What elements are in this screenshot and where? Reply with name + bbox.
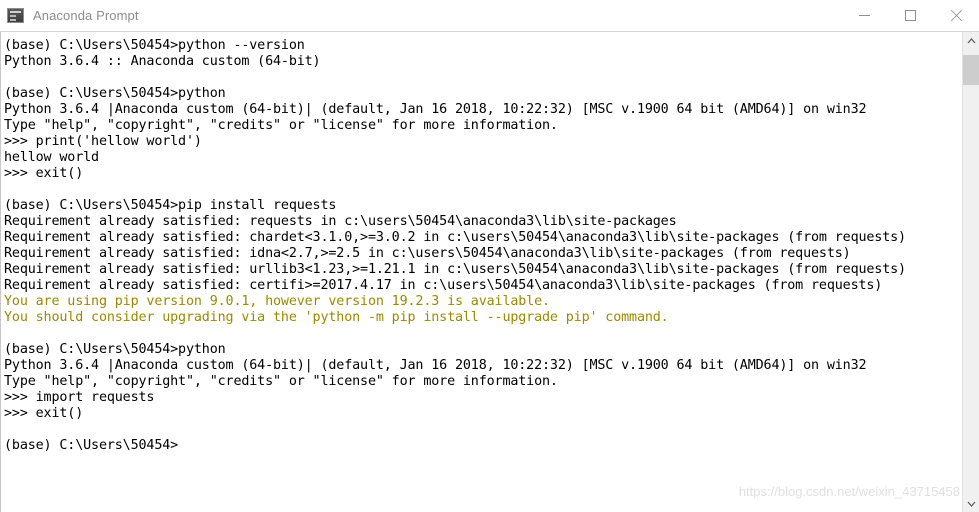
console-icon: [7, 8, 24, 23]
console-line: (base) C:\Users\50454>python --version: [4, 38, 305, 53]
console-line: (base) C:\Users\50454>: [4, 438, 179, 453]
vertical-scrollbar[interactable]: [962, 32, 979, 512]
scrollbar-track[interactable]: [963, 49, 979, 495]
maximize-icon: [904, 10, 916, 21]
console-output[interactable]: (base) C:\Users\50454>python --version Py…: [1, 32, 962, 512]
anaconda-prompt-window: Anaconda Prompt (base) C:\Users\50454>py…: [0, 0, 979, 512]
close-button[interactable]: [933, 0, 979, 31]
console-line: You are using pip version 9.0.1, however…: [4, 294, 550, 309]
console-line: (base) C:\Users\50454>python: [4, 86, 226, 101]
scroll-down-arrow[interactable]: [963, 495, 979, 512]
console-line: >>> exit(): [4, 406, 84, 421]
window-body: (base) C:\Users\50454>python --version Py…: [0, 32, 979, 512]
console-line: Python 3.6.4 :: Anaconda custom (64-bit): [4, 54, 321, 69]
console-line: hellow world: [4, 150, 99, 165]
console-line: Requirement already satisfied: chardet<3…: [4, 230, 906, 245]
console-line: Python 3.6.4 |Anaconda custom (64-bit)| …: [4, 358, 867, 373]
console-line: >>> print('hellow world'): [4, 134, 202, 149]
scroll-up-arrow[interactable]: [963, 32, 979, 49]
console-line: You should consider upgrading via the 'p…: [4, 310, 669, 325]
console-line: Requirement already satisfied: idna<2.7,…: [4, 246, 851, 261]
title-bar[interactable]: Anaconda Prompt: [0, 0, 979, 32]
minimize-icon: [858, 15, 870, 16]
console-line: Requirement already satisfied: certifi>=…: [4, 278, 883, 293]
console-line: Requirement already satisfied: requests …: [4, 214, 677, 229]
console-line: Requirement already satisfied: urllib3<1…: [4, 262, 906, 277]
close-icon: [950, 9, 963, 22]
console-line: >>> exit(): [4, 166, 84, 181]
console-line: Python 3.6.4 |Anaconda custom (64-bit)| …: [4, 102, 867, 117]
minimize-button[interactable]: [841, 0, 887, 31]
scrollbar-thumb[interactable]: [963, 55, 979, 85]
window-title: Anaconda Prompt: [33, 8, 139, 23]
window-controls: [841, 0, 979, 31]
console-line: Type "help", "copyright", "credits" or "…: [4, 374, 558, 389]
maximize-button[interactable]: [887, 0, 933, 31]
console-line: >>> import requests: [4, 390, 155, 405]
console-line: (base) C:\Users\50454>python: [4, 342, 226, 357]
console-line: (base) C:\Users\50454>pip install reques…: [4, 198, 337, 213]
console-line: Type "help", "copyright", "credits" or "…: [4, 118, 558, 133]
